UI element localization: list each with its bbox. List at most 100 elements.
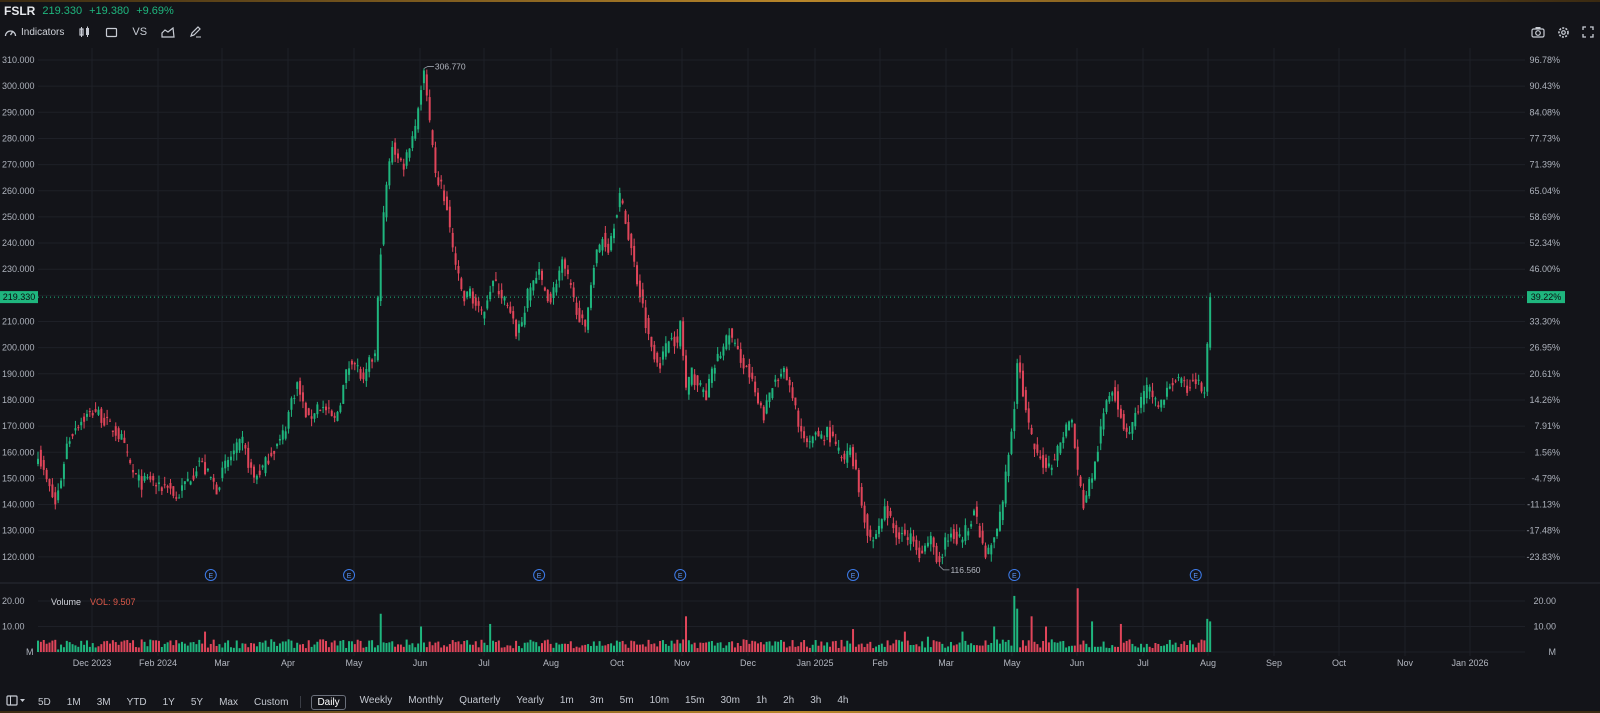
volume-bar[interactable] xyxy=(604,645,607,652)
volume-bar[interactable] xyxy=(54,639,57,652)
volume-bar[interactable] xyxy=(918,646,921,652)
candle-body[interactable] xyxy=(575,302,578,315)
volume-bar[interactable] xyxy=(91,643,94,652)
candle-body[interactable] xyxy=(157,482,160,484)
candle-body[interactable] xyxy=(457,265,460,274)
candle-body[interactable] xyxy=(621,200,624,204)
volume-bar[interactable] xyxy=(114,642,117,652)
candle-body[interactable] xyxy=(955,531,958,544)
candle-body[interactable] xyxy=(780,373,783,377)
candle-body[interactable] xyxy=(83,416,86,422)
candle-body[interactable] xyxy=(65,443,68,460)
volume-bar[interactable] xyxy=(1093,646,1096,652)
range-ytd[interactable]: YTD xyxy=(119,697,155,708)
volume-bar[interactable] xyxy=(541,643,543,652)
volume-bar[interactable] xyxy=(1065,647,1068,652)
volume-bar[interactable] xyxy=(742,639,745,652)
candle-body[interactable] xyxy=(94,409,97,412)
candle-body[interactable] xyxy=(929,535,932,545)
candle-body[interactable] xyxy=(345,369,348,384)
candle-body[interactable] xyxy=(886,505,889,519)
candle-body[interactable] xyxy=(149,476,152,480)
candle-body[interactable] xyxy=(1004,471,1007,504)
volume-bar[interactable] xyxy=(45,643,48,652)
candle-body[interactable] xyxy=(932,537,935,548)
candle-body[interactable] xyxy=(39,449,42,467)
volume-bar[interactable] xyxy=(572,648,575,652)
volume-bar[interactable] xyxy=(759,642,762,652)
volume-bar[interactable] xyxy=(1070,645,1073,652)
candle-body[interactable] xyxy=(474,297,477,306)
volume-bar[interactable] xyxy=(1160,645,1163,652)
candle-body[interactable] xyxy=(664,343,667,357)
volume-bar[interactable] xyxy=(152,640,155,652)
volume-bar[interactable] xyxy=(278,643,281,652)
candle-body[interactable] xyxy=(299,380,302,395)
candle-body[interactable] xyxy=(981,530,984,544)
candle-body[interactable] xyxy=(480,309,483,311)
volume-bar[interactable] xyxy=(690,644,693,652)
interval-2h[interactable]: 2h xyxy=(775,695,802,710)
volume-bar[interactable] xyxy=(1096,646,1099,652)
volume-bar[interactable] xyxy=(564,643,567,652)
candle-body[interactable] xyxy=(273,450,276,454)
candle-body[interactable] xyxy=(373,353,376,357)
volume-bar[interactable] xyxy=(949,641,952,652)
volume-bar[interactable] xyxy=(794,646,797,652)
indicators-button[interactable]: Indicators xyxy=(4,27,64,38)
candle-body[interactable] xyxy=(765,400,768,414)
candle-body[interactable] xyxy=(186,478,189,482)
candle-body[interactable] xyxy=(169,482,172,489)
candle-body[interactable] xyxy=(365,369,368,381)
volume-bar[interactable] xyxy=(1068,646,1071,652)
volume-bar[interactable] xyxy=(489,623,492,652)
candle-body[interactable] xyxy=(319,409,322,411)
volume-bar[interactable] xyxy=(1059,641,1062,652)
candle-body[interactable] xyxy=(984,545,987,558)
volume-bar[interactable] xyxy=(397,644,399,652)
candle-body[interactable] xyxy=(437,177,440,186)
candle-body[interactable] xyxy=(209,477,212,479)
candle-body[interactable] xyxy=(181,485,183,491)
candle-body[interactable] xyxy=(589,285,592,308)
volume-bar[interactable] xyxy=(679,643,682,652)
candle-body[interactable] xyxy=(941,556,944,558)
candle-body[interactable] xyxy=(1021,370,1024,397)
candle-body[interactable] xyxy=(51,484,54,498)
candle-body[interactable] xyxy=(224,460,227,469)
candle-body[interactable] xyxy=(676,336,679,343)
volume-bar[interactable] xyxy=(941,643,944,652)
volume-bar[interactable] xyxy=(494,641,497,652)
candle-body[interactable] xyxy=(408,148,411,158)
candle-body[interactable] xyxy=(1180,378,1183,384)
volume-bar[interactable] xyxy=(186,645,189,652)
volume-bar[interactable] xyxy=(204,631,207,652)
volume-bar[interactable] xyxy=(466,640,469,652)
volume-bar[interactable] xyxy=(803,640,806,652)
volume-bar[interactable] xyxy=(1027,640,1030,652)
candle-body[interactable] xyxy=(163,484,166,486)
candle-body[interactable] xyxy=(967,531,970,536)
interval-3h[interactable]: 3h xyxy=(802,695,829,710)
volume-bar[interactable] xyxy=(244,643,247,652)
volume-bar[interactable] xyxy=(132,640,135,652)
volume-bar[interactable] xyxy=(385,643,388,652)
volume-bar[interactable] xyxy=(80,640,83,652)
candle-body[interactable] xyxy=(1189,387,1191,389)
candle-body[interactable] xyxy=(627,222,630,240)
candle-body[interactable] xyxy=(1016,363,1019,404)
candle-body[interactable] xyxy=(912,536,915,542)
volume-bar[interactable] xyxy=(1085,643,1088,652)
range-1y[interactable]: 1Y xyxy=(155,697,183,708)
volume-bar[interactable] xyxy=(702,642,705,652)
volume-bar[interactable] xyxy=(731,641,734,652)
volume-bar[interactable] xyxy=(189,642,192,652)
candle-body[interactable] xyxy=(486,300,489,309)
candle-body[interactable] xyxy=(290,398,293,410)
candle-body[interactable] xyxy=(921,550,924,554)
volume-bar[interactable] xyxy=(693,642,696,652)
candle-body[interactable] xyxy=(918,547,921,559)
candle-body[interactable] xyxy=(301,392,304,402)
candle-body[interactable] xyxy=(1140,396,1143,408)
volume-bar[interactable] xyxy=(270,639,273,652)
